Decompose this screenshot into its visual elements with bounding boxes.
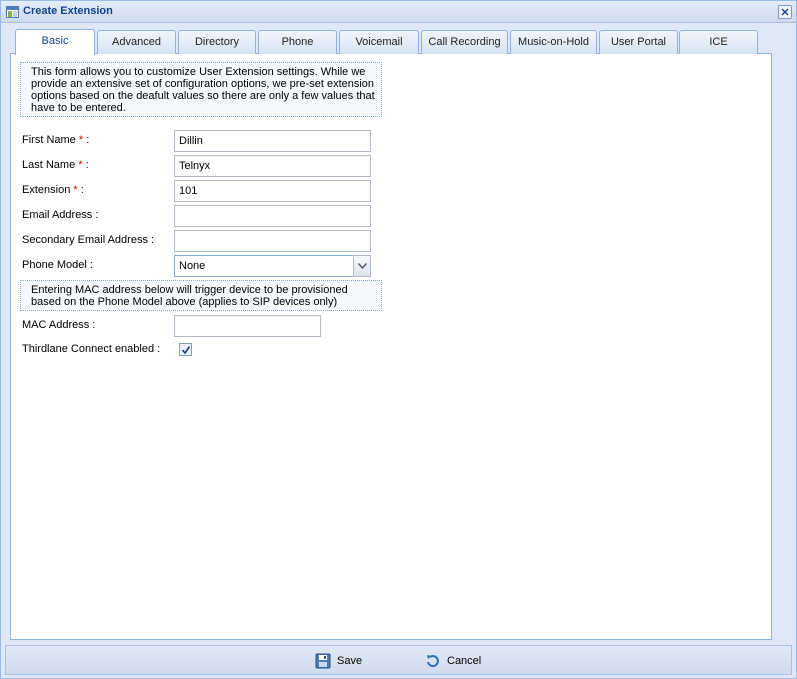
window-icon <box>6 6 19 18</box>
intro-note: This form allows you to customize User E… <box>20 62 382 117</box>
footer-toolbar: Save Cancel <box>5 645 792 675</box>
basic-tab-panel: This form allows you to customize User E… <box>10 54 772 640</box>
secondary-email-field[interactable] <box>174 230 371 252</box>
tab-voicemail[interactable]: Voicemail <box>339 30 419 54</box>
phone-model-label: Phone Model : <box>22 259 93 271</box>
save-button[interactable]: Save <box>315 651 362 671</box>
phone-model-select[interactable]: None <box>174 255 371 277</box>
extension-label: Extension * : <box>22 184 84 196</box>
last-name-field[interactable]: Telnyx <box>174 155 371 177</box>
secondary-email-label: Secondary Email Address : <box>22 234 155 246</box>
email-label: Email Address : <box>22 209 99 221</box>
mac-address-label: MAC Address : <box>22 319 96 331</box>
window-title: Create Extension <box>23 5 113 17</box>
checkmark-icon <box>181 346 191 355</box>
required-marker: * <box>78 134 84 146</box>
phone-model-value: None <box>179 260 206 272</box>
thirdlane-connect-checkbox[interactable] <box>179 343 192 356</box>
chevron-down-icon <box>358 263 367 269</box>
thirdlane-connect-label: Thirdlane Connect enabled : <box>22 343 161 355</box>
tab-strip: Basic Advanced Directory Phone Voicemail… <box>10 29 772 55</box>
close-button[interactable] <box>778 5 792 19</box>
tab-music-on-hold[interactable]: Music-on-Hold <box>510 30 597 54</box>
phone-model-dropdown-trigger[interactable] <box>353 255 371 277</box>
tab-phone[interactable]: Phone <box>258 30 337 54</box>
mac-address-note: Entering MAC address below will trigger … <box>20 280 382 311</box>
email-field[interactable] <box>174 205 371 227</box>
create-extension-window: Create Extension Basic Advanced Director… <box>0 0 797 679</box>
extension-field[interactable]: 101 <box>174 180 371 202</box>
first-name-field[interactable]: Dillin <box>174 130 371 152</box>
required-marker: * <box>78 159 83 171</box>
tab-directory[interactable]: Directory <box>178 30 256 54</box>
cancel-label: Cancel <box>447 655 482 667</box>
tab-user-portal[interactable]: User Portal <box>599 30 678 54</box>
tab-advanced[interactable]: Advanced <box>97 30 176 54</box>
cancel-button[interactable]: Cancel <box>425 651 481 671</box>
first-name-label: First Name * : <box>22 134 90 146</box>
close-icon <box>781 8 789 16</box>
title-bar[interactable]: Create Extension <box>1 1 796 23</box>
tab-call-recording[interactable]: Call Recording <box>421 30 508 54</box>
tab-ice[interactable]: ICE <box>679 30 758 54</box>
cancel-icon <box>427 655 439 668</box>
tab-basic[interactable]: Basic <box>15 29 95 55</box>
save-icon <box>315 653 331 669</box>
required-marker: * <box>73 184 78 196</box>
last-name-label: Last Name * : <box>22 159 89 171</box>
mac-address-field[interactable] <box>174 315 321 337</box>
save-label: Save <box>337 655 363 667</box>
